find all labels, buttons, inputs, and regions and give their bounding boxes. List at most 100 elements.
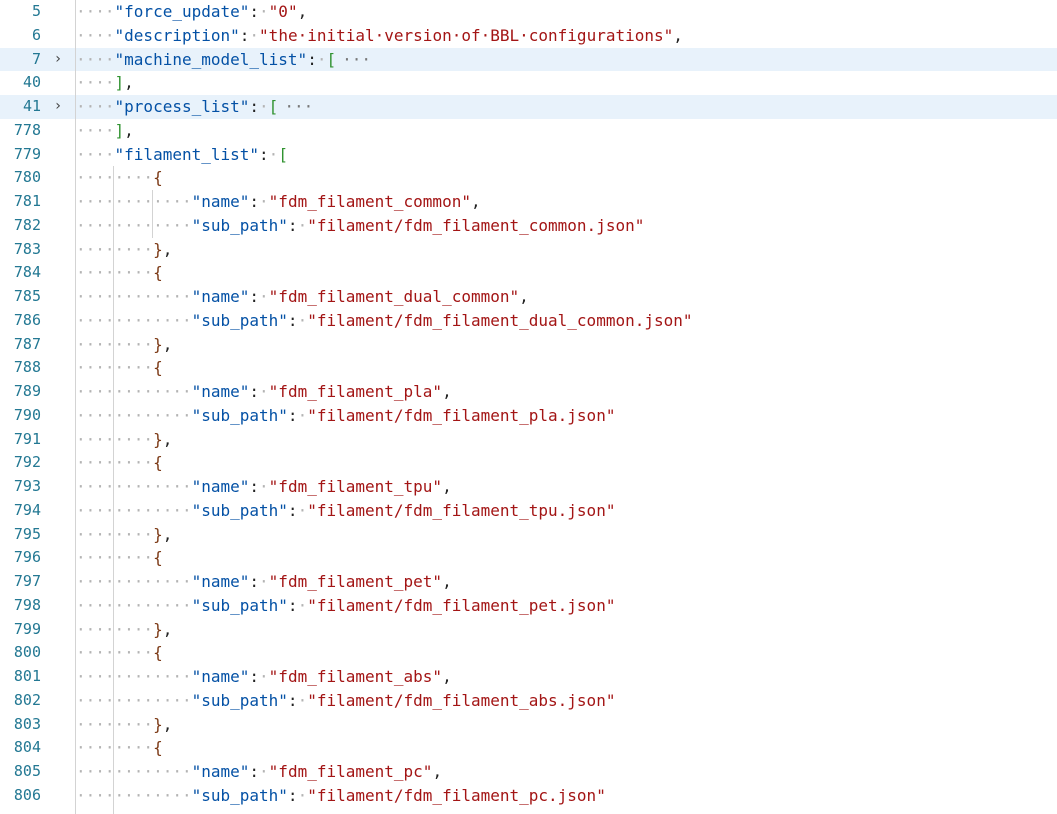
punctuation: : — [249, 97, 260, 116]
indent-whitespace: ···· — [76, 49, 115, 69]
code-line[interactable]: 787 ········}, — [0, 333, 1057, 357]
json-string: "fdm_filament_pla" — [268, 382, 443, 401]
brace: } — [153, 334, 163, 354]
punctuation: , — [162, 334, 173, 354]
indent-whitespace: ···· — [76, 2, 115, 21]
indent-whitespace: ········ — [76, 524, 154, 544]
code-line[interactable]: 803 ········}, — [0, 713, 1057, 737]
code-line[interactable]: 6 ····"description":·"the·initial·version… — [0, 24, 1057, 48]
code-line[interactable]: 804 ········{ — [0, 736, 1057, 760]
indent-whitespace: ········ — [76, 453, 154, 473]
json-key: "description" — [114, 25, 240, 45]
json-key: "sub_path" — [191, 310, 288, 330]
whitespace-dot: · — [297, 595, 308, 615]
code-text: ········}, — [76, 238, 172, 262]
code-line[interactable]: 792 ········{ — [0, 451, 1057, 475]
code-editor[interactable]: 5 ····"force_update":·"0", 6 ····"descripti… — [0, 0, 1057, 814]
line-number: 5 — [31, 2, 41, 20]
punctuation: : — [287, 500, 298, 520]
json-key: "name" — [191, 382, 250, 401]
code-line[interactable]: 797 ············"name":·"fdm_filament_pet… — [0, 570, 1057, 594]
code-line[interactable]: 795 ········}, — [0, 523, 1057, 547]
fold-chevron-icon[interactable]: › — [50, 48, 66, 72]
brace: } — [153, 524, 163, 544]
bracket: [ — [326, 49, 337, 69]
punctuation: : — [287, 405, 298, 425]
line-number: 781 — [13, 192, 41, 210]
whitespace-dot: · — [297, 215, 308, 235]
whitespace-dot: · — [259, 667, 269, 686]
code-line[interactable]: 788 ········{ — [0, 356, 1057, 380]
json-key: "filament_list" — [114, 144, 260, 164]
code-line[interactable]: 785 ············"name":·"fdm_filament_dua… — [0, 285, 1057, 309]
indent-whitespace: ········ — [76, 334, 154, 354]
line-number: 779 — [13, 144, 41, 163]
json-string: "fdm_filament_pc" — [268, 762, 433, 781]
collapsed-ellipsis[interactable]: ··· — [284, 97, 313, 116]
code-line[interactable]: 784 ········{ — [0, 261, 1057, 285]
fold-chevron-icon[interactable]: › — [50, 95, 66, 119]
indent-whitespace: ········ — [76, 239, 154, 259]
code-line[interactable]: 798 ············"sub_path":·"filament/fdm… — [0, 594, 1057, 618]
line-number: 786 — [13, 310, 41, 329]
punctuation: : — [259, 144, 269, 164]
whitespace-dot: · — [259, 572, 269, 591]
indent-whitespace: ············ — [76, 595, 192, 615]
code-line[interactable]: 802 ············"sub_path":·"filament/fdm… — [0, 689, 1057, 713]
line-number: 801 — [13, 667, 41, 685]
code-line[interactable]: 40 ····], — [0, 71, 1057, 95]
code-text: ····"filament_list":·[ — [76, 143, 288, 167]
code-line[interactable]: 796 ········{ — [0, 546, 1057, 570]
json-string: "filament/fdm_filament_dual_common.json" — [307, 310, 693, 330]
code-line[interactable]: 799 ········}, — [0, 618, 1057, 642]
indent-whitespace: ············ — [76, 500, 192, 520]
code-line[interactable]: 5 ····"force_update":·"0", — [0, 0, 1057, 24]
code-line[interactable]: 789 ············"name":·"fdm_filament_pla… — [0, 380, 1057, 404]
code-line[interactable]: 800 ········{ — [0, 641, 1057, 665]
brace: { — [153, 548, 163, 568]
line-number: 799 — [13, 619, 41, 638]
code-line[interactable]: 786 ············"sub_path":·"filament/fdm… — [0, 309, 1057, 333]
brace: { — [153, 738, 163, 758]
collapsed-ellipsis[interactable]: ··· — [342, 50, 371, 69]
code-line[interactable]: 791 ········}, — [0, 428, 1057, 452]
line-number: 41 — [22, 97, 41, 115]
json-key: "name" — [191, 287, 250, 306]
brace: { — [153, 168, 163, 188]
indent-whitespace: ···· — [76, 144, 115, 164]
indent-whitespace: ···· — [76, 73, 115, 93]
line-number: 790 — [13, 405, 41, 424]
punctuation: , — [673, 25, 683, 45]
code-line[interactable]: 781 ············"name":·"fdm_filament_com… — [0, 190, 1057, 214]
code-line[interactable]: 782 ············"sub_path":·"filament/fdm… — [0, 214, 1057, 238]
code-line[interactable]: 41 › ····"process_list":·[··· — [0, 95, 1057, 119]
code-line[interactable]: 805 ············"name":·"fdm_filament_pc"… — [0, 760, 1057, 784]
indent-whitespace: ········ — [76, 714, 154, 734]
whitespace-dot: · — [297, 690, 308, 710]
punctuation: : — [239, 25, 250, 45]
json-key: "sub_path" — [191, 595, 288, 615]
code-line[interactable]: 778 ····], — [0, 119, 1057, 143]
punctuation: : — [287, 690, 298, 710]
code-line[interactable]: 790 ············"sub_path":·"filament/fdm… — [0, 404, 1057, 428]
code-text: ············"name":·"fdm_filament_tpu", — [76, 475, 452, 499]
code-line[interactable]: 793 ············"name":·"fdm_filament_tpu… — [0, 475, 1057, 499]
code-line[interactable]: 794 ············"sub_path":·"filament/fdm… — [0, 499, 1057, 523]
indent-whitespace: ············ — [76, 215, 192, 235]
code-text: ········}, — [76, 428, 172, 452]
indent-whitespace: ········ — [76, 619, 154, 639]
code-line[interactable]: 780 ········{ — [0, 166, 1057, 190]
bracket: [ — [268, 97, 279, 116]
code-line[interactable]: 779 ····"filament_list":·[ — [0, 143, 1057, 167]
line-number: 805 — [13, 762, 41, 780]
punctuation: , — [162, 714, 173, 734]
code-line[interactable]: 806 ············"sub_path":·"filament/fdm… — [0, 784, 1057, 808]
punctuation: , — [470, 192, 481, 211]
json-string: "the·initial·version·of·BBL·configuratio… — [259, 25, 674, 45]
line-number: 803 — [13, 714, 41, 733]
code-line[interactable]: 801 ············"name":·"fdm_filament_abs… — [0, 665, 1057, 689]
code-text: ····"description":·"the·initial·version·… — [76, 24, 683, 48]
whitespace-dot: · — [268, 144, 279, 164]
code-line[interactable]: 783 ········}, — [0, 238, 1057, 262]
code-line[interactable]: 7 › ····"machine_model_list":·[··· — [0, 47, 1057, 72]
